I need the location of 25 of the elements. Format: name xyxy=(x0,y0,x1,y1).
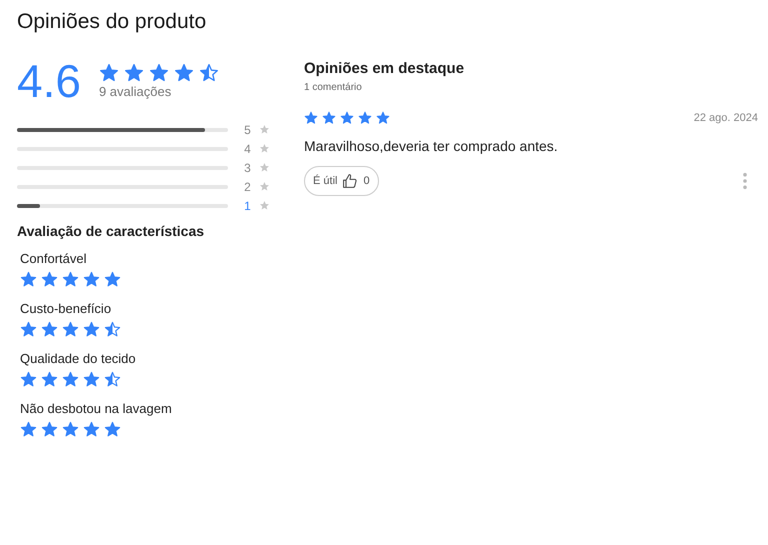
page-title: Opiniões do produto xyxy=(17,10,208,34)
star-icon xyxy=(259,143,270,154)
star-icon xyxy=(259,124,270,135)
star-icon xyxy=(259,181,270,192)
average-rating: 4.6 xyxy=(17,58,81,104)
helpful-button[interactable]: É útil 0 xyxy=(304,166,379,196)
characteristic-label: Confortável xyxy=(20,251,88,266)
section-title: Avaliação de características xyxy=(17,223,206,239)
star-icon xyxy=(259,200,270,211)
characteristic-label: Não desbotou na lavagem xyxy=(20,401,173,416)
comment-count: 1 comentário xyxy=(304,82,363,93)
review-text: Maravilhoso,deveria ter comprado antes. xyxy=(304,138,559,154)
review-count: 9 avaliações xyxy=(98,84,172,99)
star-count-label: 2 xyxy=(244,180,252,194)
star-count-label: 3 xyxy=(244,160,252,174)
star-icon xyxy=(259,162,270,173)
characteristic-label: Qualidade do tecido xyxy=(20,351,137,366)
characteristic-label: Custo-benefício xyxy=(20,301,112,316)
section-title: Opiniões em destaque xyxy=(304,60,466,77)
star-count-label: 5 xyxy=(244,122,252,136)
thumbs-up-icon xyxy=(342,173,358,189)
review-date: 22 ago. 2024 xyxy=(694,112,758,124)
star-count-label: 1 xyxy=(244,198,252,212)
star-count-label: 4 xyxy=(244,142,252,156)
more-options-icon[interactable] xyxy=(742,172,748,190)
